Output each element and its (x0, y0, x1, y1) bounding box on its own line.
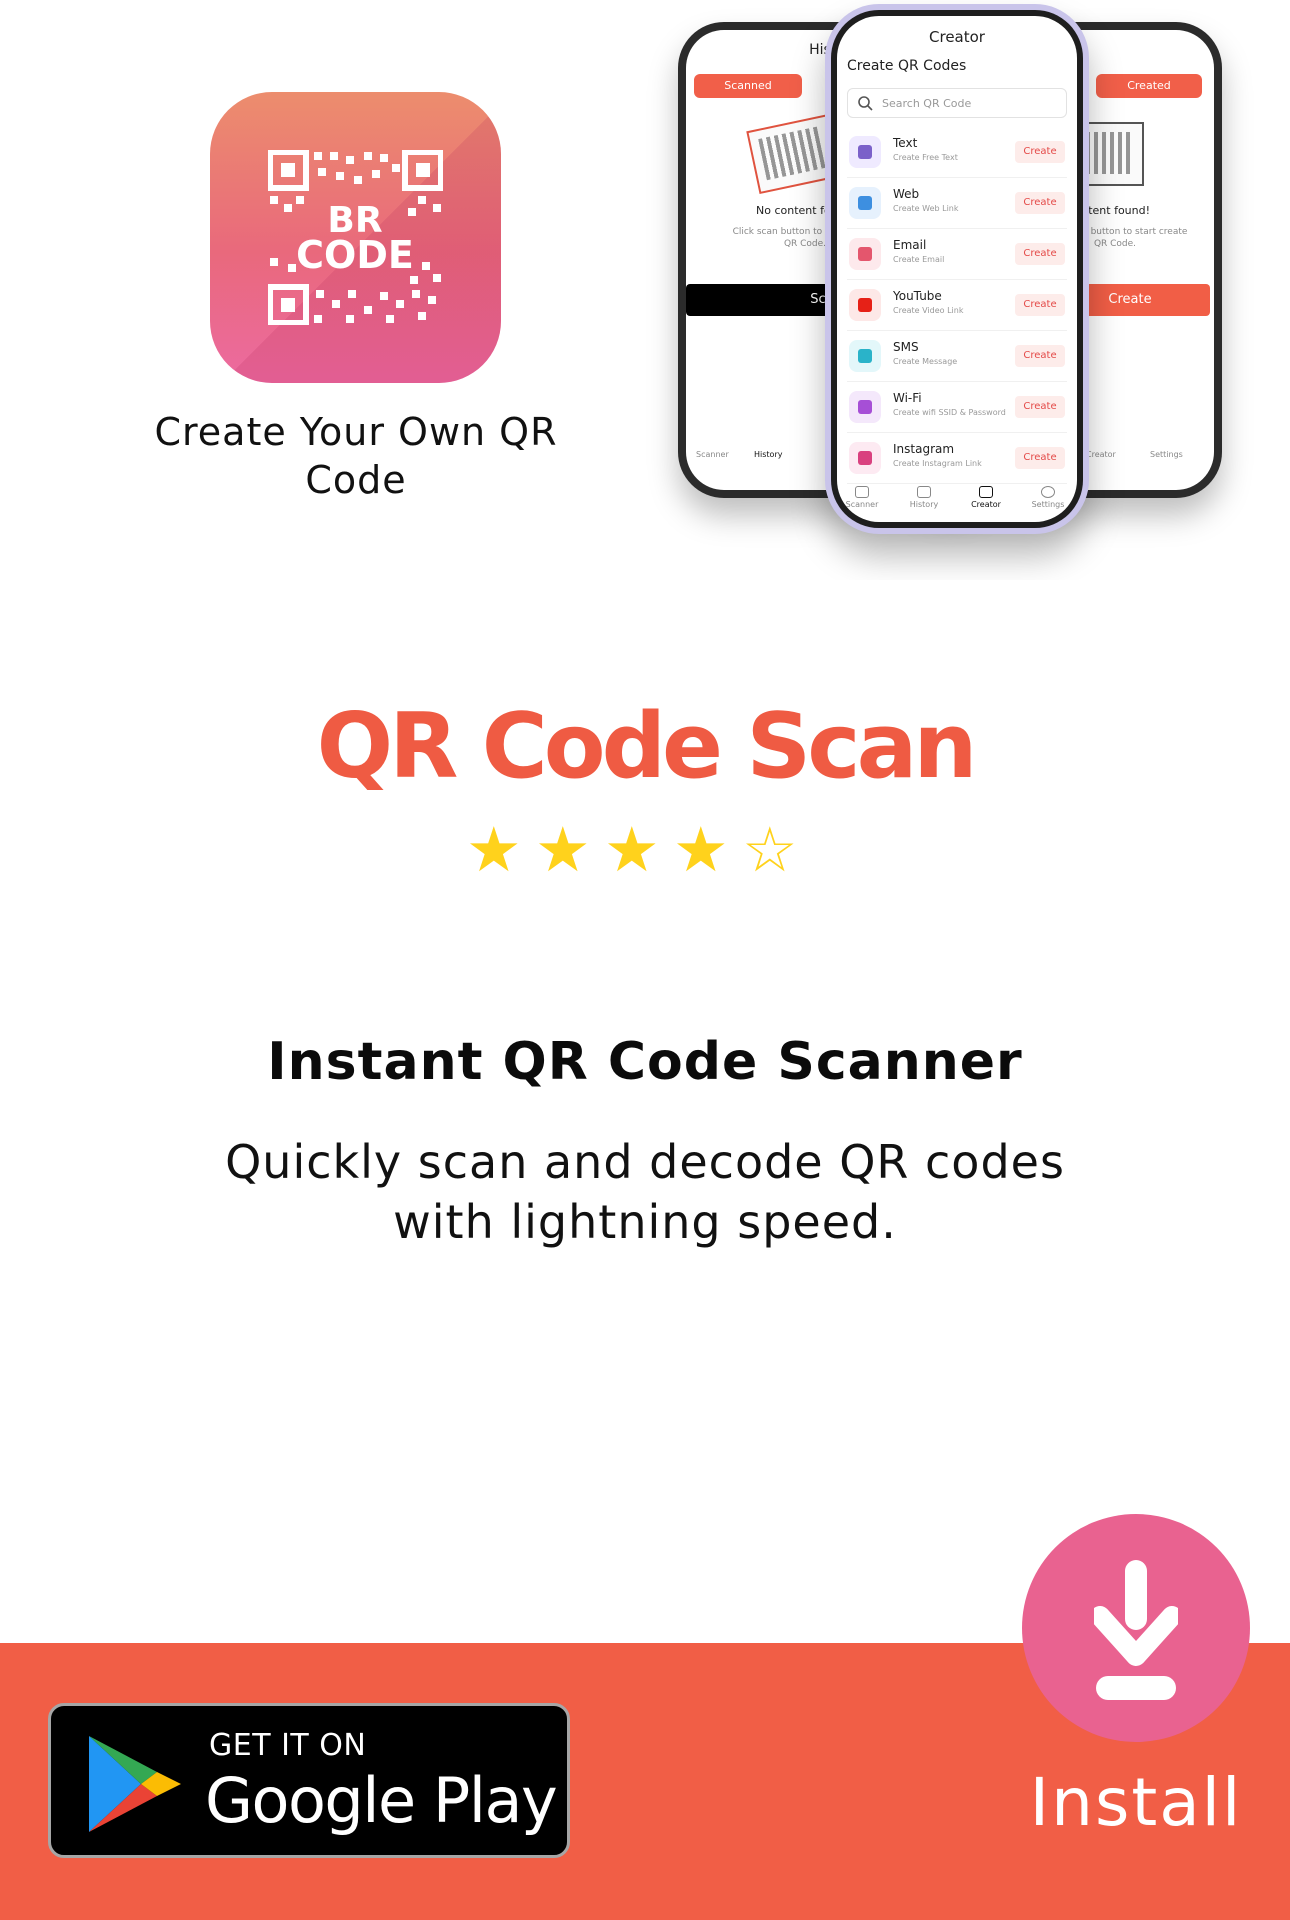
svg-text:CODE: CODE (296, 233, 414, 277)
app-icon: BR CODE (210, 92, 501, 383)
item-name: SMS (893, 340, 919, 354)
item-name: Wi-Fi (893, 391, 922, 405)
install-label[interactable]: Install (1000, 1764, 1272, 1841)
text-icon (849, 136, 881, 168)
youtube-icon (849, 289, 881, 321)
nav-item-creator: Creator (961, 486, 1011, 509)
badge-line2: Google Play (205, 1764, 558, 1837)
item-name: Web (893, 187, 920, 201)
item-name: YouTube (893, 289, 942, 303)
nav-item-settings: Settings (1023, 486, 1073, 509)
nav-item-scanner: Scanner (837, 486, 887, 509)
item-description: Create Free Text (893, 153, 958, 162)
create-item-button: Create (1015, 294, 1065, 316)
google-play-badge[interactable]: GET IT ON Google Play (48, 1703, 570, 1858)
download-icon (1094, 1560, 1178, 1700)
wifi-icon (849, 391, 881, 423)
star-filled-icon: ★ (466, 813, 522, 886)
nav-item-settings: Settings (1150, 450, 1183, 459)
search-icon (858, 96, 873, 111)
instagram-icon (849, 442, 881, 474)
phone-creator: Creator Create QR Codes Search QR Code T… (825, 4, 1089, 534)
star-filled-icon: ★ (673, 813, 729, 886)
star-empty-icon: ☆ (742, 813, 798, 886)
create-item-button: Create (1015, 396, 1065, 418)
creator-list-item: Web Create Web Link Create (847, 179, 1067, 229)
create-item-button: Create (1015, 243, 1065, 265)
bottom-nav: Scanner History Creator Settings (837, 486, 1077, 516)
nav-item-history: History (754, 450, 783, 459)
create-item-button: Create (1015, 192, 1065, 214)
item-description: Create Email (893, 255, 945, 264)
globe-icon (849, 187, 881, 219)
search-input: Search QR Code (847, 88, 1067, 118)
item-description: Create Web Link (893, 204, 959, 213)
nav-item-creator: Creator (1086, 450, 1116, 459)
creator-list-item: YouTube Create Video Link Create (847, 281, 1067, 331)
phone-mockups: History Scanned No content found! Click … (640, 0, 1280, 580)
star-filled-icon: ★ (604, 813, 660, 886)
settings-icon (1041, 486, 1055, 498)
chat-icon (849, 340, 881, 372)
phone-screen: Creator Create QR Codes Search QR Code T… (837, 16, 1077, 522)
google-play-icon (89, 1736, 181, 1832)
item-description: Create Message (893, 357, 958, 366)
feature-title: Instant QR Code Scanner (267, 1032, 1023, 1092)
item-name: Instagram (893, 442, 955, 456)
install-button[interactable] (1022, 1514, 1250, 1742)
creator-list-item: Text Create Free Text Create (847, 128, 1067, 178)
creator-icon (979, 486, 993, 498)
create-item-button: Create (1015, 447, 1065, 469)
badge-line1: GET IT ON (209, 1728, 367, 1763)
item-name: Email (893, 238, 927, 252)
nav-item-history: History (899, 486, 949, 509)
star-filled-icon: ★ (535, 813, 591, 886)
tab-created: Created (1096, 74, 1202, 98)
app-title: QR Code Scan (316, 694, 978, 799)
scanner-icon (855, 486, 869, 498)
screen-subtitle: Create QR Codes (847, 58, 967, 74)
tab-scanned: Scanned (694, 74, 802, 98)
creator-list-item: SMS Create Message Create (847, 332, 1067, 382)
creator-list-item: Wi-Fi Create wifi SSID & Password Create (847, 383, 1067, 433)
creator-list-item: Instagram Create Instagram Link Create (847, 434, 1067, 484)
icon-caption: Create Your Own QR Code (154, 410, 558, 502)
feature-description: Quickly scan and decode QR codes with li… (225, 1135, 1065, 1249)
creator-list-item: Email Create Email Create (847, 230, 1067, 280)
item-description: Create Instagram Link (893, 459, 982, 468)
create-item-button: Create (1015, 141, 1065, 163)
rating-stars: ★ ★ ★ ★ ☆ (466, 818, 806, 882)
mail-icon (849, 238, 881, 270)
nav-item-scanner: Scanner (696, 450, 729, 459)
qr-code-icon: BR CODE (268, 150, 443, 325)
phone-bezel: Creator Create QR Codes Search QR Code T… (831, 10, 1083, 528)
screen-title: Creator (929, 28, 985, 46)
item-name: Text (893, 136, 918, 150)
item-description: Create Video Link (893, 306, 964, 315)
create-item-button: Create (1015, 345, 1065, 367)
history-icon (917, 486, 931, 498)
item-description: Create wifi SSID & Password (893, 408, 1006, 417)
